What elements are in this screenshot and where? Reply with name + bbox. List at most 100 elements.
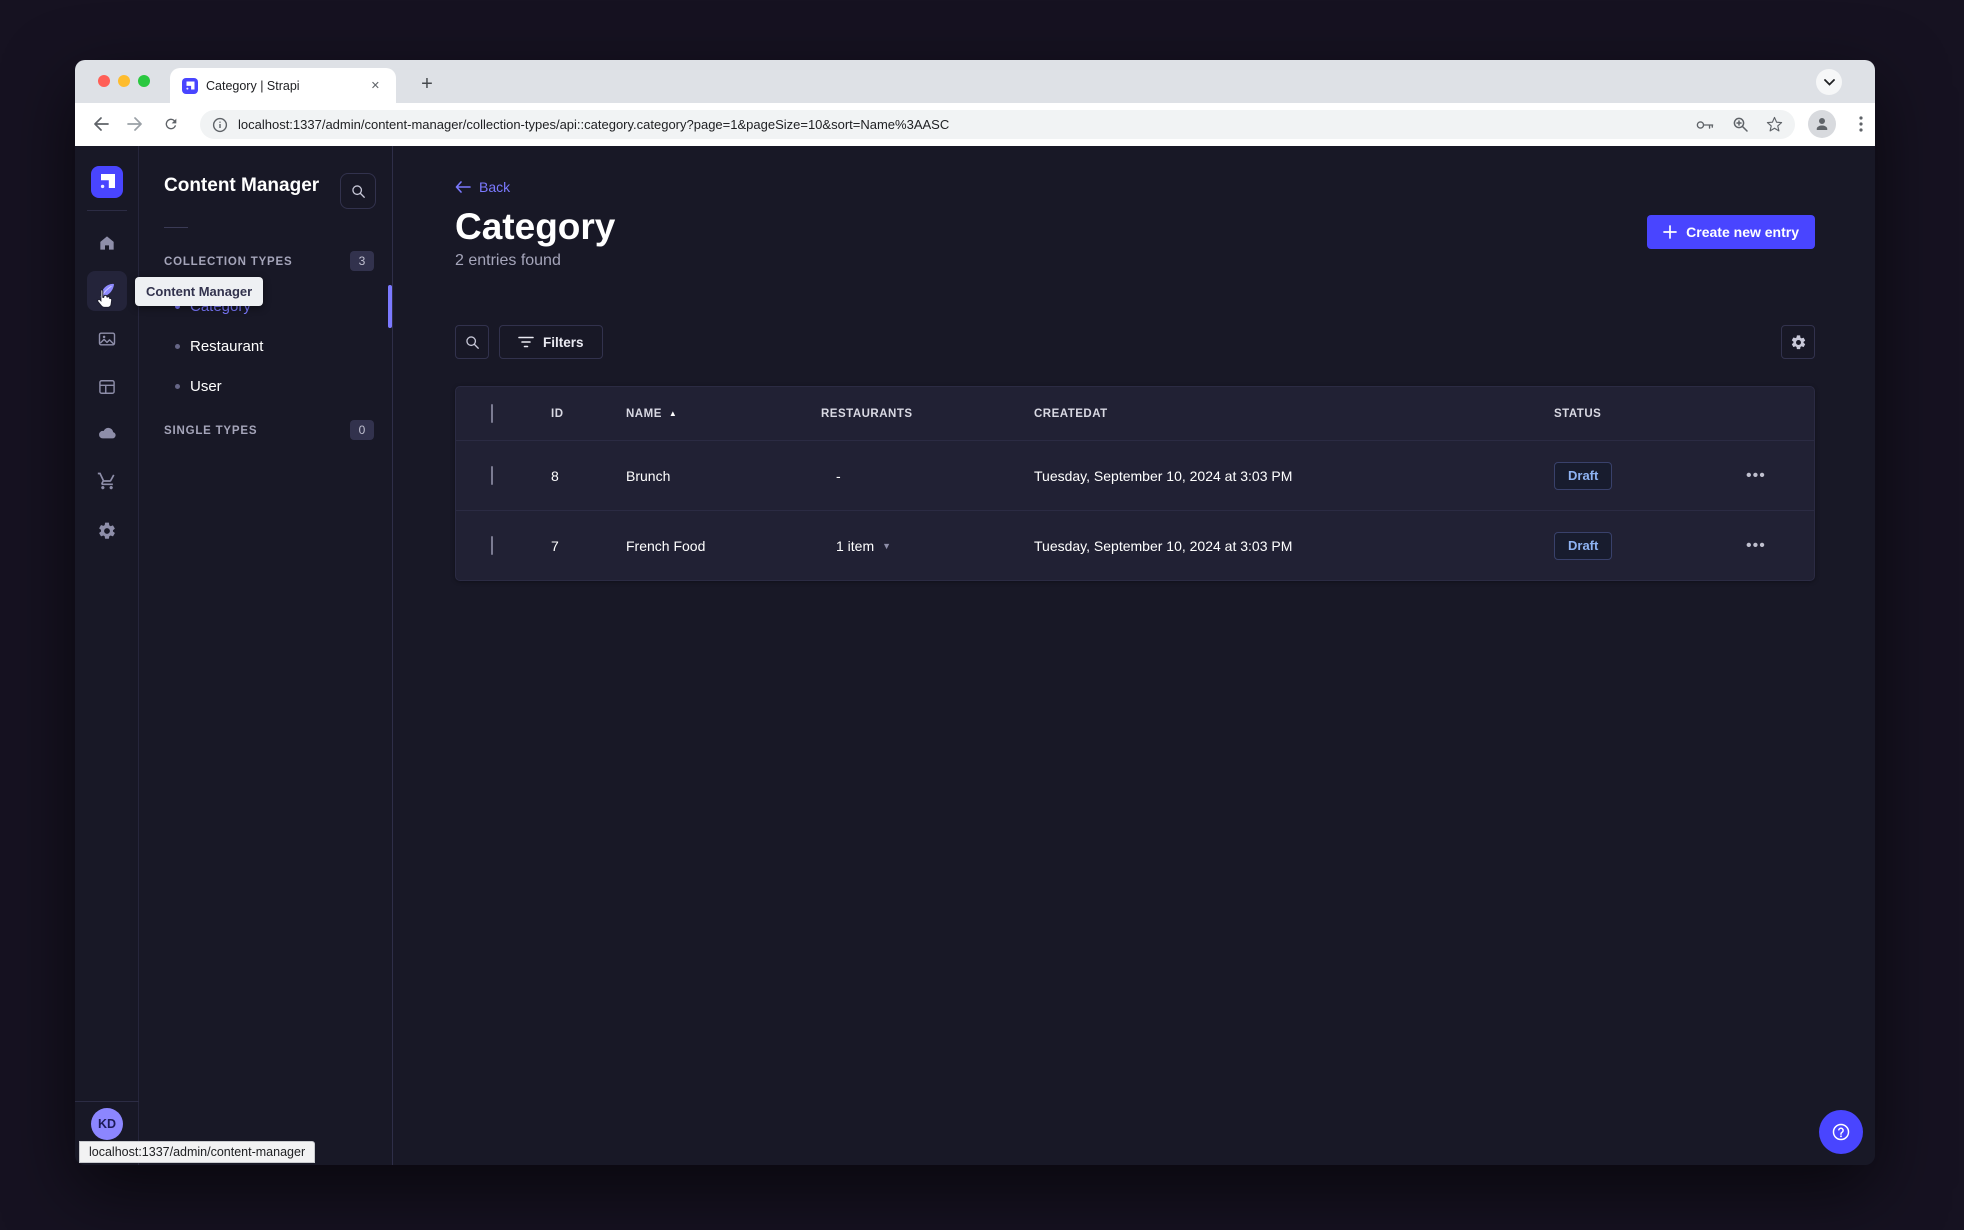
- site-info-icon[interactable]: [212, 117, 228, 133]
- filter-icon: [518, 336, 534, 348]
- row-actions-button[interactable]: •••: [1746, 537, 1766, 554]
- layout-icon: [99, 380, 115, 394]
- question-mark-icon: [1832, 1123, 1850, 1141]
- back-arrow-icon: [455, 181, 471, 193]
- cell-createdat: Tuesday, September 10, 2024 at 3:03 PM: [1034, 537, 1293, 554]
- create-new-entry-button[interactable]: Create new entry: [1647, 215, 1815, 249]
- browser-profile-avatar[interactable]: [1808, 110, 1836, 138]
- new-tab-button[interactable]: +: [412, 70, 442, 100]
- row-actions-button[interactable]: •••: [1746, 467, 1766, 484]
- window-controls: [98, 75, 150, 87]
- home-icon: [100, 236, 114, 250]
- back-link[interactable]: Back: [455, 179, 510, 195]
- table-row[interactable]: 7 French Food 1 item ▼ Tuesday, September…: [456, 510, 1814, 580]
- sidebar-item-home[interactable]: [87, 223, 127, 263]
- kebab-menu-icon: [1859, 116, 1863, 132]
- subnav-item-restaurant[interactable]: Restaurant: [139, 326, 392, 366]
- row-checkbox[interactable]: [491, 535, 493, 555]
- subnav-search-button[interactable]: [340, 173, 376, 209]
- back-arrow-icon: [94, 117, 109, 131]
- cell-restaurants[interactable]: 1 item ▼: [821, 538, 1034, 554]
- column-header-createdat[interactable]: CREATEDAT: [1034, 408, 1554, 420]
- sidebar-divider: [75, 1101, 139, 1102]
- reload-button[interactable]: [157, 110, 185, 138]
- chevron-down-icon: [1823, 78, 1835, 86]
- url-text: localhost:1337/admin/content-manager/col…: [238, 117, 950, 132]
- sidebar-item-marketplace[interactable]: [87, 461, 127, 501]
- column-header-restaurants[interactable]: RESTAURANTS: [821, 408, 1034, 420]
- password-key-icon[interactable]: [1695, 117, 1715, 133]
- sidebar-divider: [87, 210, 127, 211]
- sidebar-item-cloud[interactable]: [87, 413, 127, 453]
- fullscreen-window-button[interactable]: [138, 75, 150, 87]
- main-content: Back Category 2 entries found Create new…: [393, 146, 1875, 1165]
- close-window-button[interactable]: [98, 75, 110, 87]
- subnav-divider: [164, 227, 188, 228]
- strapi-favicon-icon: [182, 77, 198, 94]
- back-button[interactable]: [87, 110, 115, 138]
- cell-createdat: Tuesday, September 10, 2024 at 3:03 PM: [1034, 467, 1293, 484]
- cell-restaurants: -: [836, 467, 841, 484]
- minimize-window-button[interactable]: [118, 75, 130, 87]
- page-title: Category: [455, 206, 616, 247]
- select-all-checkbox[interactable]: [491, 403, 493, 423]
- url-bar[interactable]: localhost:1337/admin/content-manager/col…: [200, 110, 1795, 139]
- table-search-button[interactable]: [455, 325, 489, 359]
- user-avatar[interactable]: KD: [91, 1108, 123, 1140]
- cell-id: 8: [551, 467, 559, 484]
- reload-icon: [165, 118, 177, 130]
- bookmark-star-icon[interactable]: [1766, 116, 1783, 133]
- forward-button[interactable]: [121, 110, 149, 138]
- forward-arrow-icon: [127, 117, 142, 131]
- browser-menu-button[interactable]: [1849, 110, 1873, 138]
- collection-types-count-badge: 3: [350, 251, 374, 271]
- cell-name: French Food: [626, 537, 706, 554]
- omnibox-icons: [1695, 116, 1783, 133]
- zoom-page-icon[interactable]: [1732, 116, 1749, 133]
- row-checkbox[interactable]: [491, 465, 493, 485]
- entries-count: 2 entries found: [455, 252, 561, 269]
- status-badge: Draft: [1554, 461, 1613, 490]
- browser-window: Category | Strapi ✕ + localhost:1337/adm…: [75, 60, 1875, 1165]
- cell-id: 7: [551, 537, 559, 554]
- tab-search-button[interactable]: [1816, 69, 1842, 95]
- browser-tab[interactable]: Category | Strapi ✕: [170, 68, 396, 103]
- bullet-icon: [175, 343, 180, 349]
- active-item-indicator: [388, 285, 392, 328]
- sidebar-item-settings[interactable]: [87, 511, 127, 551]
- tab-title: Category | Strapi: [206, 78, 300, 93]
- status-bar-link-preview: localhost:1337/admin/content-manager: [79, 1141, 316, 1163]
- plus-icon: [1663, 225, 1678, 239]
- view-settings-button[interactable]: [1781, 325, 1815, 359]
- browser-tab-strip: Category | Strapi ✕ +: [75, 60, 1875, 103]
- cell-name: Brunch: [626, 467, 671, 484]
- cloud-icon: [99, 427, 116, 439]
- content-manager-tooltip: Content Manager: [135, 277, 264, 306]
- mouse-cursor-icon: [92, 288, 114, 312]
- single-types-heading: SINGLE TYPES: [164, 425, 258, 437]
- sidebar-item-media-library[interactable]: [87, 319, 127, 359]
- person-icon: [1816, 118, 1828, 130]
- entries-table: ID NAME ▲ RESTAURANTS CREATEDAT STATUS 8 …: [455, 386, 1815, 581]
- gear-icon: [1791, 334, 1805, 349]
- gear-icon: [99, 522, 115, 539]
- subnav-item-user[interactable]: User: [139, 366, 392, 406]
- filters-button[interactable]: Filters: [499, 325, 603, 359]
- collection-types-heading: COLLECTION TYPES: [164, 256, 293, 268]
- media-library-icon: [98, 332, 116, 346]
- tab-close-icon[interactable]: ✕: [367, 77, 384, 94]
- column-header-id[interactable]: ID: [551, 408, 626, 420]
- sidebar-item-content-type-builder[interactable]: [87, 367, 127, 407]
- single-types-count-badge: 0: [350, 420, 374, 440]
- strapi-logo[interactable]: [91, 166, 123, 198]
- chevron-down-icon: ▼: [882, 540, 892, 551]
- sort-ascending-icon: ▲: [668, 409, 678, 418]
- help-button[interactable]: [1819, 1110, 1863, 1154]
- table-row[interactable]: 8 Brunch - Tuesday, September 10, 2024 a…: [456, 440, 1814, 510]
- status-badge: Draft: [1554, 531, 1613, 560]
- column-header-status[interactable]: STATUS: [1554, 408, 1734, 420]
- column-header-name[interactable]: NAME ▲: [626, 408, 821, 420]
- subnav-title: Content Manager: [164, 175, 320, 196]
- search-icon: [465, 335, 479, 349]
- table-header-row: ID NAME ▲ RESTAURANTS CREATEDAT STATUS: [456, 387, 1814, 440]
